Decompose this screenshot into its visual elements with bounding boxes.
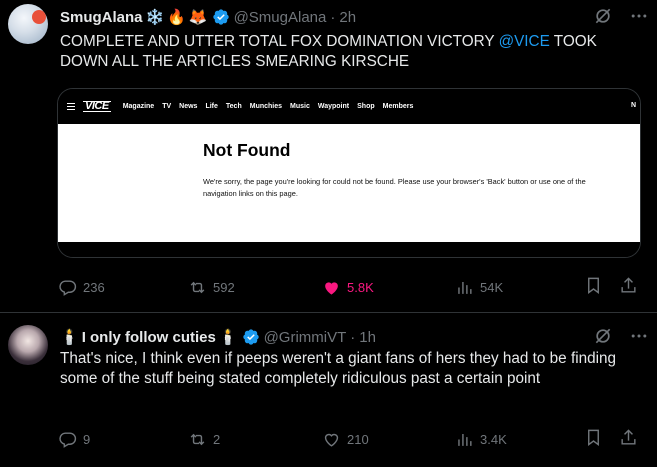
reply-count: 9 — [83, 431, 91, 447]
repost-icon — [190, 281, 205, 293]
like-count: 5.8K — [347, 279, 374, 295]
tweet-text: That's nice, I think even if peeps weren… — [60, 350, 617, 387]
action-bar: 236 592 5.8K 54K — [58, 277, 643, 297]
grok-icon[interactable] — [593, 6, 613, 26]
handle[interactable]: @SmugAlana — [234, 9, 327, 26]
tweet-text-part: COMPLETE AND UTTER TOTAL FOX DOMINATION … — [60, 33, 499, 50]
views-button[interactable]: 54K — [455, 278, 503, 297]
mention-link[interactable]: @VICE — [499, 33, 550, 50]
tweet-smugalana[interactable]: SmugAlana ❄️ 🔥 🦊 @SmugAlana · 2h COMPLET… — [0, 0, 657, 313]
repost-count: 2 — [213, 431, 221, 447]
repost-count: 592 — [213, 279, 235, 295]
vice-page-body: Not Found We're sorry, the page you're l… — [58, 124, 640, 242]
reply-button[interactable]: 236 — [58, 278, 105, 297]
display-name[interactable]: SmugAlana — [60, 9, 143, 26]
separator: · — [350, 328, 356, 346]
views-button[interactable]: 3.4K — [455, 430, 507, 449]
snowflake-emoji: ❄️ — [145, 8, 165, 26]
vice-nav-item: Waypoint — [317, 103, 350, 110]
heart-outline-icon — [324, 433, 339, 447]
vice-footer — [58, 242, 640, 257]
candle-emoji: 🕯️ — [60, 328, 79, 346]
grok-icon[interactable] — [593, 326, 613, 346]
vice-nav-item: Shop — [357, 103, 375, 110]
reply-icon — [59, 279, 77, 296]
tweet-text: COMPLETE AND UTTER TOTAL FOX DOMINATION … — [60, 32, 645, 72]
tweet-header: SmugAlana ❄️ 🔥 🦊 @SmugAlana · 2h — [60, 6, 649, 28]
vice-nav-item: Magazine — [122, 103, 155, 110]
hamburger-menu-icon — [67, 103, 75, 110]
reply-count: 236 — [83, 279, 105, 295]
tweet-grimmivt[interactable]: 🕯️ I only follow cuties 🕯️ @GrimmiVT · 1… — [0, 313, 657, 467]
more-options-icon[interactable] — [629, 6, 649, 26]
avatar[interactable] — [8, 4, 48, 44]
reply-button[interactable]: 9 — [58, 430, 90, 449]
repost-icon — [190, 433, 205, 445]
action-bar: 9 2 210 3.4K — [58, 429, 643, 449]
vice-navbar: VICE Magazine TV News Life Tech Munchies… — [58, 89, 640, 124]
bookmark-icon[interactable] — [584, 276, 603, 298]
vice-nav-item: Munchies — [249, 103, 283, 110]
like-button[interactable]: 5.8K — [322, 278, 374, 297]
vice-nav-item: Music — [290, 103, 310, 110]
vice-nav-item: TV — [162, 103, 172, 110]
vice-nav-item: News — [179, 103, 198, 110]
vice-nav-item: Tech — [225, 103, 242, 110]
handle[interactable]: @GrimmiVT — [264, 329, 347, 346]
views-chart-icon — [458, 281, 472, 294]
reply-icon — [59, 431, 77, 448]
candle-emoji: 🕯️ — [218, 328, 238, 346]
timestamp[interactable]: 2h — [339, 9, 356, 26]
vice-nav-right: N — [630, 102, 636, 109]
bookmark-icon[interactable] — [584, 428, 603, 450]
more-options-icon[interactable] — [629, 326, 649, 346]
repost-button[interactable]: 592 — [188, 278, 235, 297]
not-found-message: We're sorry, the page you're looking for… — [203, 177, 586, 198]
avatar[interactable] — [8, 325, 48, 365]
repost-button[interactable]: 2 — [188, 430, 220, 449]
share-icon[interactable] — [619, 428, 638, 450]
views-count: 3.4K — [480, 431, 507, 447]
timestamp[interactable]: 1h — [359, 329, 376, 346]
like-button[interactable]: 210 — [322, 430, 369, 449]
vice-nav-item: Life — [205, 103, 218, 110]
views-count: 54K — [480, 279, 504, 295]
tweet-header: 🕯️ I only follow cuties 🕯️ @GrimmiVT · 1… — [60, 326, 649, 348]
display-name[interactable]: I only follow cuties — [82, 329, 216, 346]
vice-nav-item: Members — [382, 103, 414, 110]
share-icon[interactable] — [619, 276, 638, 298]
fire-emoji: 🔥 — [167, 8, 186, 26]
verified-badge-icon[interactable] — [242, 328, 260, 346]
not-found-title: Not Found — [203, 140, 291, 160]
media-screenshot[interactable]: VICE Magazine TV News Life Tech Munchies… — [57, 88, 641, 258]
vice-logo: VICE — [83, 100, 111, 112]
separator: · — [330, 8, 336, 26]
verified-badge-icon[interactable] — [212, 8, 230, 26]
fox-emoji: 🦊 — [188, 8, 208, 26]
heart-filled-icon — [325, 281, 338, 295]
like-count: 210 — [347, 431, 369, 447]
views-chart-icon — [458, 433, 472, 446]
